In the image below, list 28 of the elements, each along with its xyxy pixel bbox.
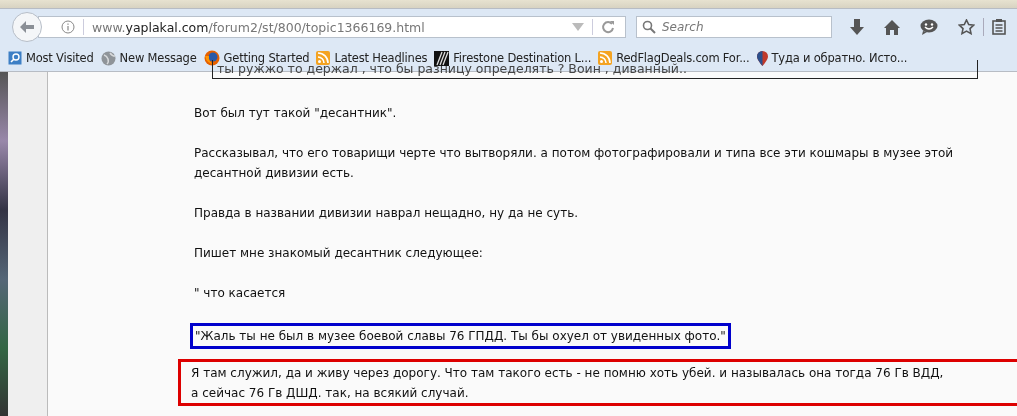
map-pin-icon xyxy=(756,50,768,66)
post-paragraph: Пишет мне знакомый десантник следующее: xyxy=(194,245,484,262)
back-arrow-icon xyxy=(20,21,34,33)
rss-icon xyxy=(316,51,331,65)
rss-icon xyxy=(598,51,613,65)
bookmark-link[interactable]: Most Visited xyxy=(8,51,94,65)
post-paragraph: " что касается xyxy=(194,285,287,302)
download-icon[interactable] xyxy=(850,19,864,35)
bookmark-link[interactable]: New Message xyxy=(100,50,197,66)
url-text: www.yaplakal.com/forum2/st/800/topic1366169.html xyxy=(92,19,426,35)
home-icon[interactable] xyxy=(884,19,900,35)
highlighted-quote: "Жаль ты не был в музее боевой славы 76 ГПДД. Ты бы охуел от увиденных фото." xyxy=(190,323,731,349)
address-bar[interactable]: www.yaplakal.com/forum2/st/800/topic1366169.html xyxy=(38,16,626,38)
search-field[interactable]: Search xyxy=(636,16,832,38)
post-paragraph: Правда в названии дивизии наврал нещадно, ну да не суть. xyxy=(194,205,579,222)
smiley-icon[interactable] xyxy=(920,19,938,35)
highlighted-paragraph: Я там служил, да и живу через дорогу. Что там такого есть - не помню хоть убей. и называлась она тогда 76 Гв ВДД, а сейчас 76 Гв ДШД. так, на всякий случай. xyxy=(178,359,1017,406)
search-page-icon xyxy=(8,51,22,65)
info-icon[interactable] xyxy=(61,20,75,34)
post-paragraph: Вот был тут такой "десантник". xyxy=(194,105,398,122)
globe-icon xyxy=(100,50,116,66)
back-button[interactable] xyxy=(12,12,42,42)
reading-list-icon[interactable] xyxy=(992,19,1006,35)
tire-tread-icon xyxy=(434,50,450,66)
firefox-icon xyxy=(203,50,220,66)
star-icon[interactable] xyxy=(958,19,975,35)
post-paragraph: Рассказывал, что его товарищи черте что вытворяли. а потом фотографировали и типа все эти кошмары в музее этой десантной дивизии есть. xyxy=(194,145,955,182)
reload-icon[interactable] xyxy=(601,20,615,34)
